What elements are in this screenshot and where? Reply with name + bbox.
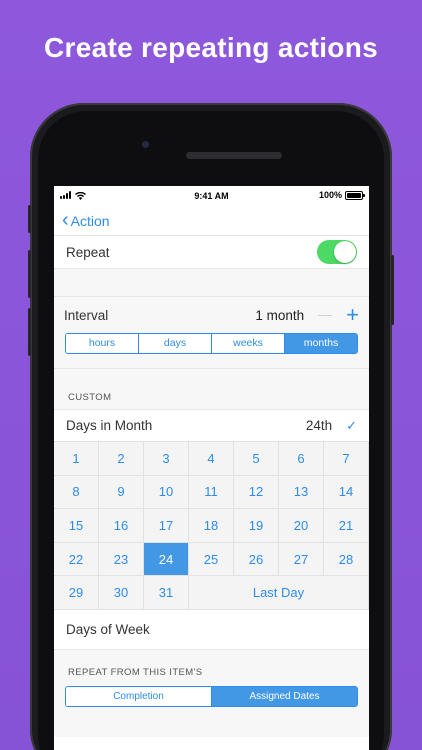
day-cell-24[interactable]: 24 (144, 542, 189, 577)
interval-value: 1 month (255, 307, 305, 323)
back-button[interactable]: Action (71, 213, 110, 229)
custom-header: CUSTOM (54, 369, 369, 409)
toggle-knob (334, 241, 356, 263)
day-cell-28[interactable]: 28 (324, 542, 369, 577)
unit-days[interactable]: days (139, 334, 212, 353)
nav-bar: ‹ Action (54, 206, 369, 236)
day-cell-29[interactable]: 29 (54, 576, 99, 610)
day-cell-1[interactable]: 1 (54, 442, 99, 476)
day-cell-31[interactable]: 31 (144, 576, 189, 610)
day-cell-5[interactable]: 5 (234, 442, 279, 476)
section-spacer (54, 269, 369, 297)
decrement-button[interactable] (318, 314, 333, 316)
battery-percent: 100% (318, 190, 342, 200)
chevron-left-icon[interactable]: ‹ (62, 210, 69, 230)
repeat-toggle[interactable] (317, 240, 357, 264)
day-cell-18[interactable]: 18 (189, 509, 234, 543)
day-cell-8[interactable]: 8 (54, 475, 99, 510)
day-cell-16[interactable]: 16 (99, 509, 144, 543)
repeat-from-assigned-dates[interactable]: Assigned Dates (212, 686, 357, 706)
repeat-from-header: REPEAT FROM THIS ITEM'S (54, 649, 369, 686)
day-of-month-grid: 1 2 3 4 5 6 7 8 9 10 11 12 13 14 15 16 17 18 19 20 21 22 23 24 2… (54, 442, 369, 610)
day-cell-7[interactable]: 7 (324, 442, 369, 476)
last-day-cell[interactable]: Last Day (189, 576, 369, 610)
power-button (391, 255, 394, 325)
interval-label: Interval (64, 307, 109, 323)
day-cell-11[interactable]: 11 (189, 475, 234, 510)
repeat-label: Repeat (66, 244, 110, 260)
day-cell-21[interactable]: 21 (324, 509, 369, 543)
app-screen: 9:41 AM 100% ‹ Action Repeat Interval 1 … (54, 186, 369, 750)
day-cell-27[interactable]: 27 (279, 542, 324, 577)
speaker-grille (186, 152, 282, 159)
volume-up-button (28, 250, 31, 298)
unit-hours[interactable]: hours (66, 334, 139, 353)
volume-down-button (28, 308, 31, 356)
day-cell-4[interactable]: 4 (189, 442, 234, 476)
repeat-from-completion[interactable]: Completion (66, 686, 212, 706)
day-cell-12[interactable]: 12 (234, 475, 279, 510)
days-in-month-row[interactable]: Days in Month 24th ✓ (54, 409, 369, 442)
day-cell-9[interactable]: 9 (99, 475, 144, 510)
day-cell-3[interactable]: 3 (144, 442, 189, 476)
day-cell-22[interactable]: 22 (54, 542, 99, 577)
mute-switch (28, 205, 31, 233)
repeat-row: Repeat (54, 236, 369, 269)
day-cell-13[interactable]: 13 (279, 475, 324, 510)
day-cell-14[interactable]: 14 (324, 475, 369, 510)
day-cell-19[interactable]: 19 (234, 509, 279, 543)
days-of-week-row[interactable]: Days of Week (54, 610, 369, 650)
day-cell-17[interactable]: 17 (144, 509, 189, 543)
interval-unit-selector: hours days weeks months (65, 333, 358, 354)
interval-section: Interval 1 month + hours days weeks mont… (54, 297, 369, 369)
battery-icon (345, 190, 365, 200)
front-camera (142, 141, 149, 148)
day-cell-25[interactable]: 25 (189, 542, 234, 577)
day-cell-23[interactable]: 23 (99, 542, 144, 577)
day-cell-10[interactable]: 10 (144, 475, 189, 510)
headline: Create repeating actions (44, 32, 378, 63)
repeat-from-selector: Completion Assigned Dates (65, 685, 358, 707)
interval-row: Interval 1 month + (54, 297, 369, 333)
day-cell-2[interactable]: 2 (99, 442, 144, 476)
days-in-month-value: 24th (305, 418, 333, 433)
day-cell-30[interactable]: 30 (99, 576, 144, 610)
increment-button[interactable]: + (346, 304, 359, 326)
unit-weeks[interactable]: weeks (212, 334, 285, 353)
day-cell-6[interactable]: 6 (279, 442, 324, 476)
day-cell-20[interactable]: 20 (279, 509, 324, 543)
days-in-month-label: Days in Month (66, 418, 153, 433)
day-cell-15[interactable]: 15 (54, 509, 99, 543)
unit-months[interactable]: months (285, 334, 357, 353)
day-cell-26[interactable]: 26 (234, 542, 279, 577)
checkmark-icon: ✓ (346, 417, 357, 433)
status-bar: 9:41 AM 100% (54, 186, 369, 206)
